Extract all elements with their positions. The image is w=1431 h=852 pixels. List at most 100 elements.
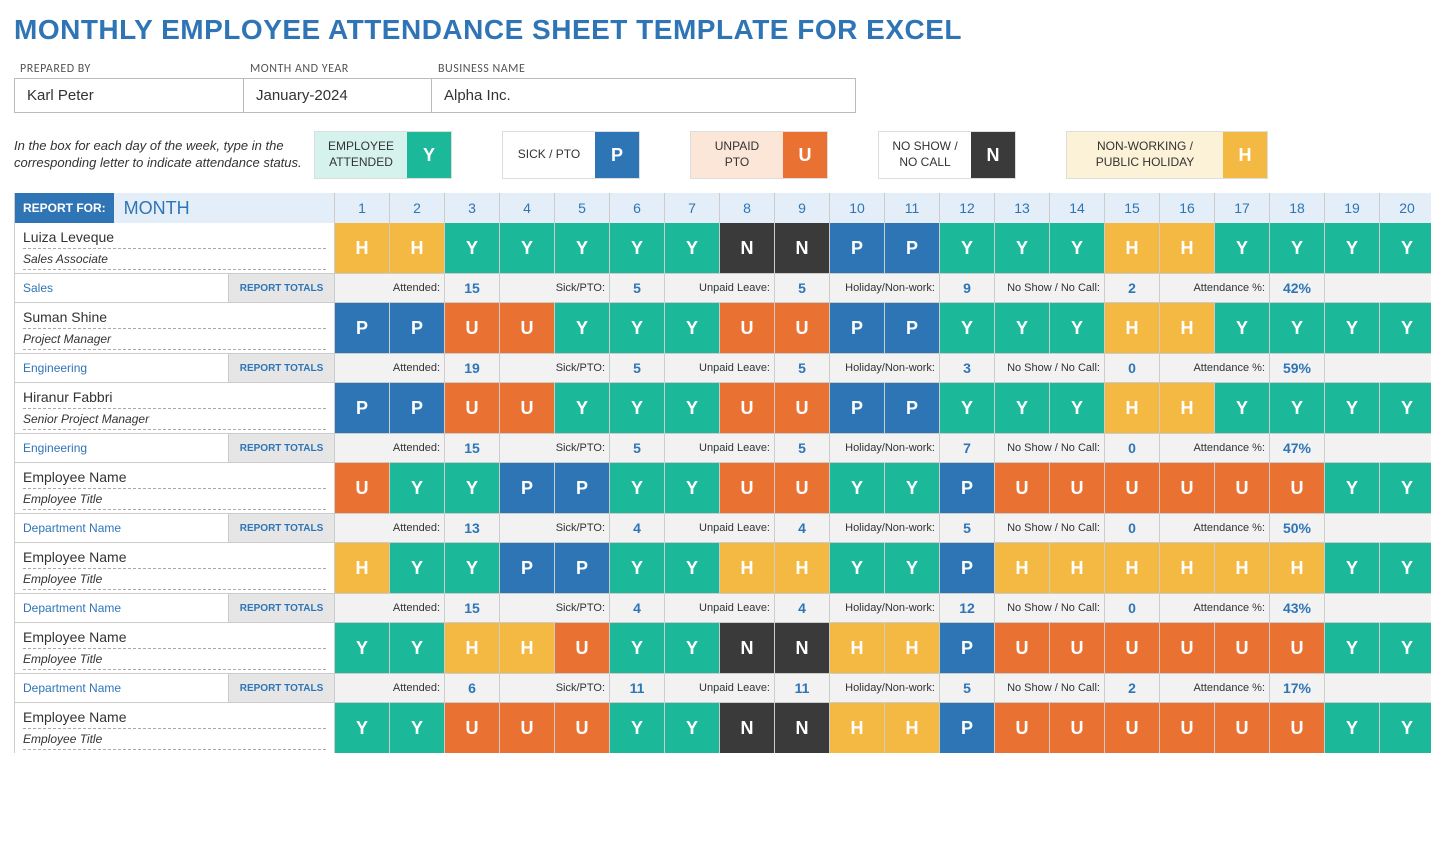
status-cell[interactable]: Y (610, 463, 665, 513)
status-cell[interactable]: U (1270, 463, 1325, 513)
status-cell[interactable]: U (1105, 463, 1160, 513)
status-cell[interactable]: U (1105, 703, 1160, 753)
status-cell[interactable]: Y (390, 703, 445, 753)
status-cell[interactable]: Y (500, 223, 555, 273)
status-cell[interactable]: U (1050, 703, 1105, 753)
status-cell[interactable]: Y (555, 223, 610, 273)
status-cell[interactable]: H (1105, 223, 1160, 273)
status-cell[interactable]: U (995, 463, 1050, 513)
status-cell[interactable]: P (885, 303, 940, 353)
status-cell[interactable]: N (720, 703, 775, 753)
status-cell[interactable]: U (335, 463, 390, 513)
status-cell[interactable]: Y (610, 383, 665, 433)
status-cell[interactable]: Y (1325, 223, 1380, 273)
status-cell[interactable]: Y (610, 703, 665, 753)
status-cell[interactable]: H (720, 543, 775, 593)
status-cell[interactable]: Y (995, 383, 1050, 433)
status-cell[interactable]: U (1215, 463, 1270, 513)
status-cell[interactable]: H (1160, 543, 1215, 593)
status-cell[interactable]: Y (1325, 543, 1380, 593)
status-cell[interactable]: U (1215, 703, 1270, 753)
status-cell[interactable]: U (995, 623, 1050, 673)
status-cell[interactable]: Y (610, 303, 665, 353)
status-cell[interactable]: Y (1380, 463, 1431, 513)
status-cell[interactable]: Y (555, 383, 610, 433)
status-cell[interactable]: Y (445, 223, 500, 273)
status-cell[interactable]: Y (1270, 383, 1325, 433)
status-cell[interactable]: Y (390, 543, 445, 593)
status-cell[interactable]: P (555, 543, 610, 593)
status-cell[interactable]: Y (335, 703, 390, 753)
status-cell[interactable]: Y (1325, 383, 1380, 433)
status-cell[interactable]: Y (390, 463, 445, 513)
status-cell[interactable]: Y (885, 463, 940, 513)
status-cell[interactable]: Y (1380, 623, 1431, 673)
status-cell[interactable]: Y (665, 463, 720, 513)
status-cell[interactable]: H (830, 703, 885, 753)
status-cell[interactable]: H (885, 623, 940, 673)
status-cell[interactable]: H (1050, 543, 1105, 593)
status-cell[interactable]: U (995, 703, 1050, 753)
status-cell[interactable]: U (1160, 703, 1215, 753)
status-cell[interactable]: H (775, 543, 830, 593)
status-cell[interactable]: Y (445, 543, 500, 593)
status-cell[interactable]: U (1050, 463, 1105, 513)
status-cell[interactable]: Y (610, 223, 665, 273)
status-cell[interactable]: Y (335, 623, 390, 673)
status-cell[interactable]: P (335, 383, 390, 433)
status-cell[interactable]: P (885, 383, 940, 433)
status-cell[interactable]: Y (1050, 383, 1105, 433)
status-cell[interactable]: Y (940, 383, 995, 433)
status-cell[interactable]: U (500, 303, 555, 353)
status-cell[interactable]: Y (1050, 303, 1105, 353)
status-cell[interactable]: U (445, 383, 500, 433)
status-cell[interactable]: U (445, 303, 500, 353)
status-cell[interactable]: Y (1215, 383, 1270, 433)
status-cell[interactable]: H (830, 623, 885, 673)
status-cell[interactable]: Y (830, 463, 885, 513)
status-cell[interactable]: U (500, 383, 555, 433)
status-cell[interactable]: Y (940, 223, 995, 273)
status-cell[interactable]: U (1270, 623, 1325, 673)
status-cell[interactable]: H (1105, 303, 1160, 353)
status-cell[interactable]: Y (1380, 543, 1431, 593)
status-cell[interactable]: Y (1270, 223, 1325, 273)
status-cell[interactable]: P (335, 303, 390, 353)
status-cell[interactable]: P (830, 303, 885, 353)
status-cell[interactable]: P (500, 463, 555, 513)
status-cell[interactable]: Y (940, 303, 995, 353)
status-cell[interactable]: Y (1380, 383, 1431, 433)
status-cell[interactable]: Y (665, 303, 720, 353)
status-cell[interactable]: Y (1270, 303, 1325, 353)
status-cell[interactable]: Y (610, 623, 665, 673)
status-cell[interactable]: Y (995, 223, 1050, 273)
status-cell[interactable]: U (555, 703, 610, 753)
business-name-value[interactable]: Alpha Inc. (432, 78, 856, 113)
status-cell[interactable]: N (720, 623, 775, 673)
status-cell[interactable]: P (940, 623, 995, 673)
status-cell[interactable]: U (775, 383, 830, 433)
status-cell[interactable]: Y (665, 223, 720, 273)
status-cell[interactable]: N (720, 223, 775, 273)
status-cell[interactable]: Y (1050, 223, 1105, 273)
status-cell[interactable]: H (995, 543, 1050, 593)
status-cell[interactable]: U (720, 303, 775, 353)
status-cell[interactable]: P (885, 223, 940, 273)
status-cell[interactable]: N (775, 623, 830, 673)
status-cell[interactable]: H (1105, 543, 1160, 593)
status-cell[interactable]: H (335, 223, 390, 273)
status-cell[interactable]: H (500, 623, 555, 673)
month-year-value[interactable]: January-2024 (244, 78, 432, 113)
status-cell[interactable]: H (390, 223, 445, 273)
status-cell[interactable]: Y (1325, 463, 1380, 513)
status-cell[interactable]: P (830, 223, 885, 273)
status-cell[interactable]: H (1215, 543, 1270, 593)
status-cell[interactable]: P (555, 463, 610, 513)
status-cell[interactable]: Y (1380, 303, 1431, 353)
status-cell[interactable]: H (1160, 383, 1215, 433)
status-cell[interactable]: U (1270, 703, 1325, 753)
status-cell[interactable]: H (1160, 303, 1215, 353)
status-cell[interactable]: Y (555, 303, 610, 353)
status-cell[interactable]: Y (665, 703, 720, 753)
status-cell[interactable]: Y (445, 463, 500, 513)
